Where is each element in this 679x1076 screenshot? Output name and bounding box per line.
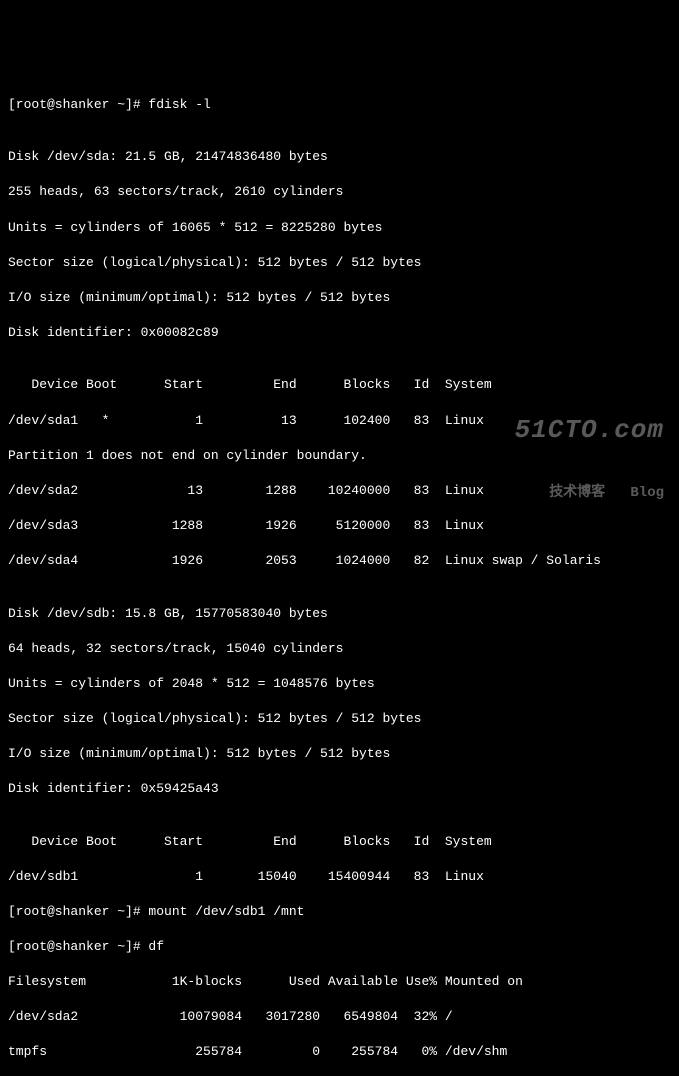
disk-sdb-sector: Sector size (logical/physical): 512 byte…	[8, 710, 671, 728]
partition-table-header: Device Boot Start End Blocks Id System	[8, 833, 671, 851]
partition-row-sdb1: /dev/sdb1 1 15040 15400944 83 Linux	[8, 868, 671, 886]
partition-row-sda3: /dev/sda3 1288 1926 5120000 83 Linux	[8, 517, 671, 535]
disk-sda-header: Disk /dev/sda: 21.5 GB, 21474836480 byte…	[8, 148, 671, 166]
partition-row-sda2: /dev/sda2 13 1288 10240000 83 Linux	[8, 482, 671, 500]
disk-sda-sector: Sector size (logical/physical): 512 byte…	[8, 254, 671, 272]
command-line: [root@shanker ~]# fdisk -l	[8, 96, 671, 114]
partition-row-sda1: /dev/sda1 * 1 13 102400 83 Linux	[8, 412, 671, 430]
disk-sda-identifier: Disk identifier: 0x00082c89	[8, 324, 671, 342]
df-header: Filesystem 1K-blocks Used Available Use%…	[8, 973, 671, 991]
terminal-output[interactable]: [root@shanker ~]# fdisk -l Disk /dev/sda…	[8, 78, 671, 1076]
disk-sdb-geometry: 64 heads, 32 sectors/track, 15040 cylind…	[8, 640, 671, 658]
command-line: [root@shanker ~]# mount /dev/sdb1 /mnt	[8, 903, 671, 921]
disk-sdb-units: Units = cylinders of 2048 * 512 = 104857…	[8, 675, 671, 693]
disk-sdb-header: Disk /dev/sdb: 15.8 GB, 15770583040 byte…	[8, 605, 671, 623]
disk-sda-geometry: 255 heads, 63 sectors/track, 2610 cylind…	[8, 183, 671, 201]
partition-table-header: Device Boot Start End Blocks Id System	[8, 376, 671, 394]
disk-sdb-io: I/O size (minimum/optimal): 512 bytes / …	[8, 745, 671, 763]
disk-sdb-identifier: Disk identifier: 0x59425a43	[8, 780, 671, 798]
disk-sda-units: Units = cylinders of 16065 * 512 = 82252…	[8, 219, 671, 237]
command-line: [root@shanker ~]# df	[8, 938, 671, 956]
partition-sda1-warning: Partition 1 does not end on cylinder bou…	[8, 447, 671, 465]
df-row: /dev/sda2 10079084 3017280 6549804 32% /	[8, 1008, 671, 1026]
df-row: tmpfs 255784 0 255784 0% /dev/shm	[8, 1043, 671, 1061]
partition-row-sda4: /dev/sda4 1926 2053 1024000 82 Linux swa…	[8, 552, 671, 570]
disk-sda-io: I/O size (minimum/optimal): 512 bytes / …	[8, 289, 671, 307]
